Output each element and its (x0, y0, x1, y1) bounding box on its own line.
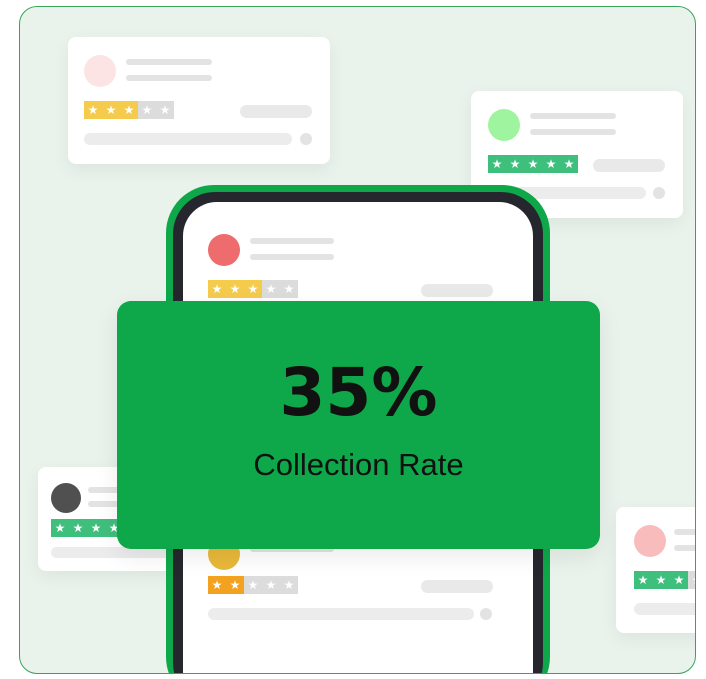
body-placeholder-line (208, 608, 474, 620)
empty-star-icon: ★ (688, 571, 695, 589)
empty-star-icon: ★ (244, 576, 262, 594)
illustration-frame: ★★★★★ ★★★★★ ★★★★★ ★★★★★ (19, 6, 696, 674)
date-placeholder (240, 105, 312, 118)
stat-label: Collection Rate (253, 447, 464, 482)
filled-star-icon: ★ (634, 571, 652, 589)
body-placeholder-line (634, 603, 695, 615)
avatar (488, 109, 520, 141)
filled-star-icon: ★ (51, 519, 69, 537)
text-placeholder-line (530, 129, 616, 135)
filled-star-icon: ★ (120, 101, 138, 119)
empty-star-icon: ★ (262, 280, 280, 298)
filled-star-icon: ★ (208, 280, 226, 298)
filled-star-icon: ★ (506, 155, 524, 173)
filled-star-icon: ★ (102, 101, 120, 119)
empty-star-icon: ★ (280, 280, 298, 298)
filled-star-icon: ★ (560, 155, 578, 173)
dot-placeholder (300, 133, 312, 145)
avatar (51, 483, 81, 513)
text-placeholder-line (126, 75, 212, 81)
stat-banner: 35% Collection Rate (117, 301, 600, 549)
star-rating: ★★★★★ (208, 280, 298, 298)
avatar (634, 525, 666, 557)
filled-star-icon: ★ (542, 155, 560, 173)
text-placeholder-line (674, 545, 695, 551)
filled-star-icon: ★ (208, 576, 226, 594)
name-placeholder-line (674, 529, 695, 535)
filled-star-icon: ★ (87, 519, 105, 537)
dot-placeholder (653, 187, 665, 199)
filled-star-icon: ★ (524, 155, 542, 173)
stat-value: 35% (279, 354, 438, 431)
filled-star-icon: ★ (69, 519, 87, 537)
name-placeholder-line (530, 113, 616, 119)
empty-star-icon: ★ (138, 101, 156, 119)
empty-star-icon: ★ (280, 576, 298, 594)
empty-star-icon: ★ (262, 576, 280, 594)
empty-star-icon: ★ (156, 101, 174, 119)
filled-star-icon: ★ (226, 280, 244, 298)
star-rating: ★★★★★ (84, 101, 174, 119)
dot-placeholder (480, 608, 492, 620)
name-placeholder-line (126, 59, 212, 65)
name-placeholder-line (250, 238, 334, 244)
date-placeholder (421, 284, 493, 297)
date-placeholder (421, 580, 493, 593)
body-placeholder-line (84, 133, 292, 145)
star-rating: ★★★★★ (208, 576, 298, 594)
date-placeholder (593, 159, 665, 172)
avatar (84, 55, 116, 87)
review-card: ★★★★★ (68, 37, 330, 164)
star-rating: ★★★★★ (634, 571, 695, 589)
star-rating: ★★★★★ (488, 155, 578, 173)
filled-star-icon: ★ (670, 571, 688, 589)
filled-star-icon: ★ (488, 155, 506, 173)
text-placeholder-line (250, 254, 334, 260)
filled-star-icon: ★ (226, 576, 244, 594)
filled-star-icon: ★ (84, 101, 102, 119)
avatar (208, 234, 240, 266)
filled-star-icon: ★ (244, 280, 262, 298)
filled-star-icon: ★ (652, 571, 670, 589)
review-card: ★★★★★ (616, 507, 695, 633)
